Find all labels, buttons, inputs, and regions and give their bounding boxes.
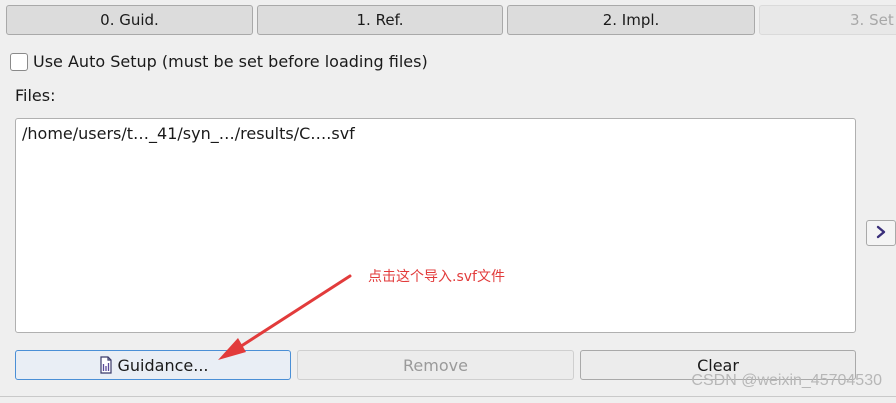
expand-button[interactable] bbox=[866, 220, 896, 246]
chevron-right-icon bbox=[875, 224, 887, 243]
tab-implementation[interactable]: 2. Impl. bbox=[507, 5, 755, 35]
file-list[interactable]: /home/users/t…_41/syn_…/results/C….svf bbox=[15, 118, 856, 333]
divider bbox=[0, 396, 896, 397]
file-list-item[interactable]: /home/users/t…_41/syn_…/results/C….svf bbox=[22, 124, 355, 143]
tab-label: 2. Impl. bbox=[602, 11, 660, 29]
tab-guidance[interactable]: 0. Guid. bbox=[6, 5, 253, 35]
tab-label: 3. Set bbox=[850, 11, 894, 29]
annotation-note: 点击这个导入.svf文件 bbox=[368, 269, 505, 285]
step-tabs: 0. Guid. 1. Ref. 2. Impl. 3. Set bbox=[6, 5, 896, 35]
auto-setup-checkbox[interactable] bbox=[10, 52, 28, 71]
watermark: CSDN @weixin_45704530 bbox=[691, 372, 882, 389]
guidance-button[interactable]: Guidance... bbox=[15, 350, 291, 380]
tab-setup: 3. Set bbox=[759, 5, 896, 35]
auto-setup-label[interactable]: Use Auto Setup (must be set before loadi… bbox=[33, 52, 428, 71]
auto-setup-row: Use Auto Setup (must be set before loadi… bbox=[10, 52, 428, 71]
tab-label: 1. Ref. bbox=[356, 11, 404, 29]
tab-reference[interactable]: 1. Ref. bbox=[257, 5, 503, 35]
document-icon bbox=[98, 356, 114, 374]
tab-label: 0. Guid. bbox=[100, 11, 159, 29]
files-label: Files: bbox=[15, 86, 56, 105]
remove-button: Remove bbox=[297, 350, 574, 380]
guidance-button-label: Guidance... bbox=[117, 355, 209, 375]
remove-button-label: Remove bbox=[403, 355, 468, 375]
